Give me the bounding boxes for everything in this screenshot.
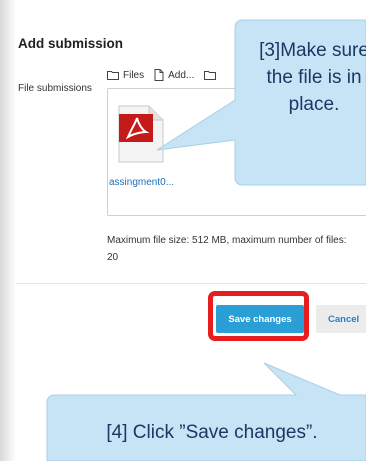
callout-step3-text: [3]Make sure the file is in place. <box>259 40 366 115</box>
callout-step4-bubble <box>46 362 366 461</box>
callout-step4-text: [4] Click ”Save changes”. <box>106 422 318 443</box>
